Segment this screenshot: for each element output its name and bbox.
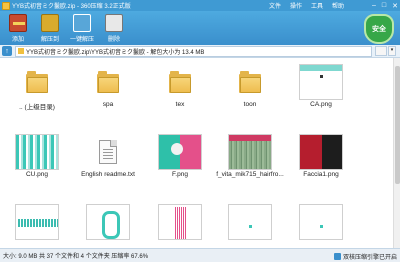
text-file-icon [99,140,117,164]
file-item-cu-png[interactable]: CU.png [2,128,72,188]
scrollbar-thumb[interactable] [395,66,400,184]
image-thumbnail [15,134,59,170]
view-mode-button[interactable] [375,46,387,56]
menu-bar: 文件 操作 工具 帮助 [269,0,344,11]
delete-button[interactable]: 删除 [100,11,128,45]
file-item-image[interactable] [73,198,143,248]
engine-status[interactable]: 双核压缩引擎已开启 [333,249,397,262]
security-badge-label: 安全 [372,26,386,33]
file-item-spa[interactable]: spa [73,58,143,118]
folder-icon [169,71,191,93]
path-text: YYB式初音ミク鬣欧.zip\YYB式初音ミク鬣欧 - 解包大小为 13.4 M… [26,49,205,56]
zip-icon [18,48,24,54]
file-item-image[interactable] [145,198,215,248]
vertical-scrollbar[interactable] [393,58,400,248]
image-thumbnail [299,64,343,100]
image-thumbnail [158,134,202,170]
file-label: CA.png [310,101,332,108]
file-label: f_vita_mik715_hairfro... [216,171,284,178]
file-item-ca-png[interactable]: CA.png [286,58,356,118]
add-button-label: 添加 [11,37,24,43]
file-item-tex[interactable]: tex [145,58,215,118]
delete-icon [105,14,123,32]
menu-file[interactable]: 文件 [269,1,281,10]
delete-button-label: 删除 [107,37,120,43]
file-label: English readme.txt [81,171,135,178]
close-icon[interactable]: ✕ [392,2,398,10]
file-label: F.png [172,171,188,178]
up-arrow-icon[interactable]: ↑ [2,46,12,56]
file-label: spa [102,101,114,108]
one-click-extract-button[interactable]: 一键解压 [68,11,96,45]
add-icon [9,14,27,32]
engine-status-text: 双核压缩引擎已开启 [342,254,397,261]
status-text: 大小: 9.0 MB 共 37 个文件和 4 个文件夹 压缩率 67.6% [3,254,149,260]
status-bar: 大小: 9.0 MB 共 37 个文件和 4 个文件夹 压缩率 67.6% 双核… [0,248,400,262]
folder-icon [26,71,48,93]
file-item-english-readme[interactable]: English readme.txt [73,128,143,188]
folder-icon [239,71,261,93]
toolbar: 添加 解压到 一键解压 删除 安全 [0,11,400,45]
image-thumbnail [299,204,343,240]
view-options-dropdown[interactable]: ▾ [388,46,396,56]
file-item-hairfront[interactable]: f_vita_mik715_hairfro... [215,128,285,188]
extract-to-button-label: 解压到 [40,37,59,43]
window-title: YYB式初音ミク鬣欧.zip - 360压缩 3.2正式版 [12,4,131,10]
file-label: .. (上级目录) [19,104,55,111]
security-shield-icon[interactable]: 安全 [364,14,394,44]
minimize-icon[interactable]: – [372,2,376,9]
file-item-f-png[interactable]: F.png [145,128,215,188]
image-thumbnail [299,134,343,170]
file-item-image[interactable] [2,198,72,248]
window-controls: – □ ✕ [372,0,398,11]
extract-to-button[interactable]: 解压到 [36,11,64,45]
image-thumbnail [15,204,59,240]
maximize-icon[interactable]: □ [382,2,386,9]
extract-icon [41,14,59,32]
engine-icon [333,252,341,260]
image-thumbnail [228,134,272,170]
one-click-extract-icon [73,14,91,32]
menu-tools[interactable]: 工具 [311,1,323,10]
file-item-toon[interactable]: toon [215,58,285,118]
image-thumbnail [158,204,202,240]
file-item-image[interactable] [215,198,285,248]
image-thumbnail [228,204,272,240]
image-thumbnail [86,204,130,240]
title-bar: YYB式初音ミク鬣欧.zip - 360压缩 3.2正式版 文件 操作 工具 帮… [0,0,400,11]
menu-help[interactable]: 帮助 [332,1,344,10]
file-item-image[interactable] [286,198,356,248]
add-button[interactable]: 添加 [4,11,32,45]
file-label: tex [175,101,185,108]
file-grid: .. (上级目录) spa tex toon CA.png CU.png Eng… [0,58,393,248]
file-item-faccia1-png[interactable]: Faccia1.png [286,128,356,188]
file-item-parent[interactable]: .. (上级目录) [2,58,72,118]
one-click-extract-button-label: 一键解压 [69,37,94,43]
address-bar: ↑ YYB式初音ミク鬣欧.zip\YYB式初音ミク鬣欧 - 解包大小为 13.4… [0,45,400,58]
file-label: Faccia1.png [303,171,339,178]
file-label: toon [243,101,257,108]
menu-operate[interactable]: 操作 [290,1,302,10]
folder-icon [97,71,119,93]
app-icon [2,1,10,10]
path-field[interactable]: YYB式初音ミク鬣欧.zip\YYB式初音ミク鬣欧 - 解包大小为 13.4 M… [15,45,372,57]
file-label: CU.png [25,171,49,178]
